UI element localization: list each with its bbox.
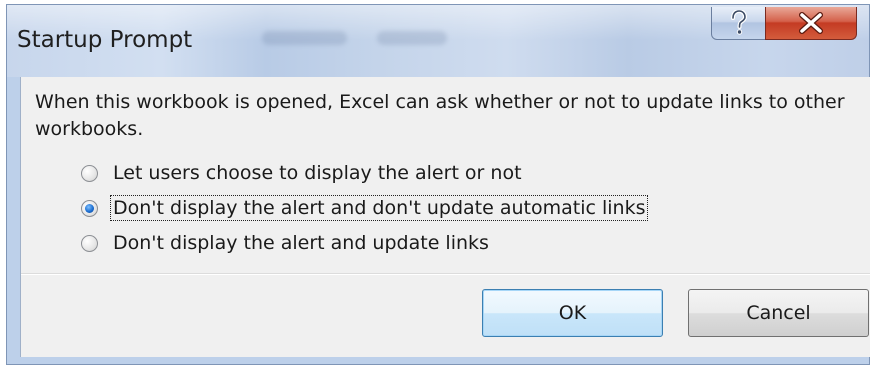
question-mark-icon	[730, 10, 747, 35]
option-label[interactable]: Let users choose to display the alert or…	[111, 161, 524, 185]
radio-dont-display-dont-update[interactable]	[81, 199, 98, 217]
title-bar[interactable]: Startup Prompt	[7, 5, 869, 77]
option-dont-display-update[interactable]: Don't display the alert and update links	[81, 229, 491, 257]
ok-button[interactable]: OK	[482, 289, 663, 337]
close-button[interactable]	[765, 7, 857, 40]
dialog-body: When this workbook is opened, Excel can …	[20, 77, 870, 357]
option-let-users-choose[interactable]: Let users choose to display the alert or…	[81, 159, 524, 187]
radio-let-users-choose[interactable]	[81, 164, 98, 182]
title-bar-background-blur	[262, 31, 347, 45]
title-bar-background-blur	[377, 31, 447, 45]
dialog-title: Startup Prompt	[17, 27, 193, 53]
divider	[21, 273, 870, 275]
option-label[interactable]: Don't display the alert and update links	[111, 231, 491, 255]
radio-dont-display-update[interactable]	[81, 234, 98, 252]
option-label[interactable]: Don't display the alert and don't update…	[109, 195, 649, 221]
option-dont-display-dont-update[interactable]: Don't display the alert and don't update…	[81, 194, 649, 222]
startup-prompt-dialog: Startup Prompt When this workbook is ope…	[6, 4, 870, 365]
cancel-button[interactable]: Cancel	[688, 289, 869, 337]
dialog-message: When this workbook is opened, Excel can …	[35, 91, 845, 140]
close-x-icon	[799, 12, 823, 34]
help-button[interactable]	[711, 7, 766, 40]
